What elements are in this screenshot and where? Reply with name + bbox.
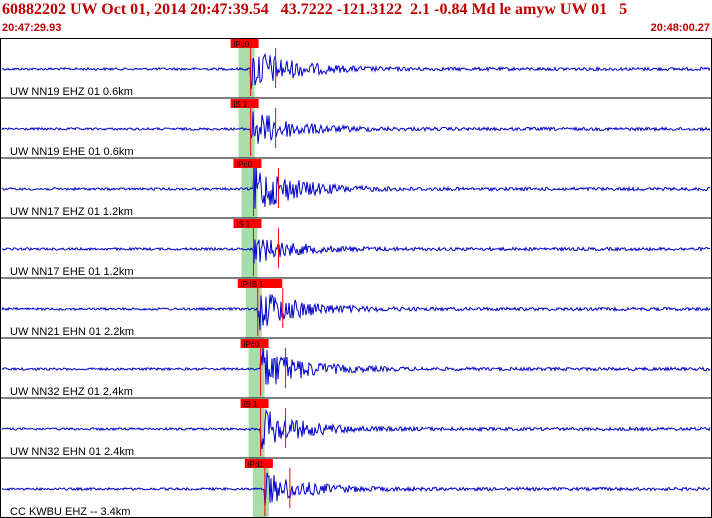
pick-label: iP iS 1 (241, 280, 265, 289)
channel-label: UW NN17 EHE 01 1.2km (10, 266, 133, 278)
waveform-trace[interactable] (1, 408, 711, 450)
pick-label: iS 1 (244, 400, 258, 409)
event-title: 60882202 UW Oct 01, 2014 20:47:39.54 43.… (2, 1, 628, 18)
waveform-trace[interactable] (1, 293, 711, 331)
record-header: 60882202 UW Oct 01, 2014 20:47:39.54 43.… (0, 0, 712, 38)
channel-label: CC KWBU EHZ -- 3.4km (10, 506, 130, 518)
pick-label: iS 1 (234, 100, 248, 109)
pick-label: iPd1 (248, 460, 265, 469)
end-time: 20:48:00.27 (650, 22, 710, 34)
pick-label: iPc0 (244, 340, 260, 349)
channel-label: UW NN32 EHZ 01 2.4km (10, 386, 133, 398)
waveform-trace[interactable] (1, 111, 711, 144)
waveform-trace[interactable] (1, 239, 711, 264)
start-time: 20:47:29.93 (2, 22, 62, 34)
channel-label: UW NN19 EHE 01 0.6km (10, 146, 133, 158)
channel-label: UW NN21 EHN 01 2.2km (10, 326, 134, 338)
seismogram-panel[interactable]: iPc0 UW NN19 EHZ 01 0.6km iS 1 UW NN19 EHE … (0, 38, 712, 518)
channel-label: UW NN32 EHN 01 2.4km (10, 446, 134, 458)
pick-label: iS 1 (236, 220, 250, 229)
waveform-trace[interactable] (1, 472, 711, 507)
pick-label: iPc0 (236, 160, 252, 169)
pick-label: iPc0 (234, 40, 250, 49)
waveform-trace[interactable] (1, 52, 711, 90)
waveform-trace[interactable] (1, 346, 711, 385)
waveform-trace[interactable] (1, 163, 711, 209)
channel-label: UW NN17 EHZ 01 1.2km (10, 206, 133, 218)
channel-label: UW NN19 EHZ 01 0.6km (10, 86, 133, 98)
